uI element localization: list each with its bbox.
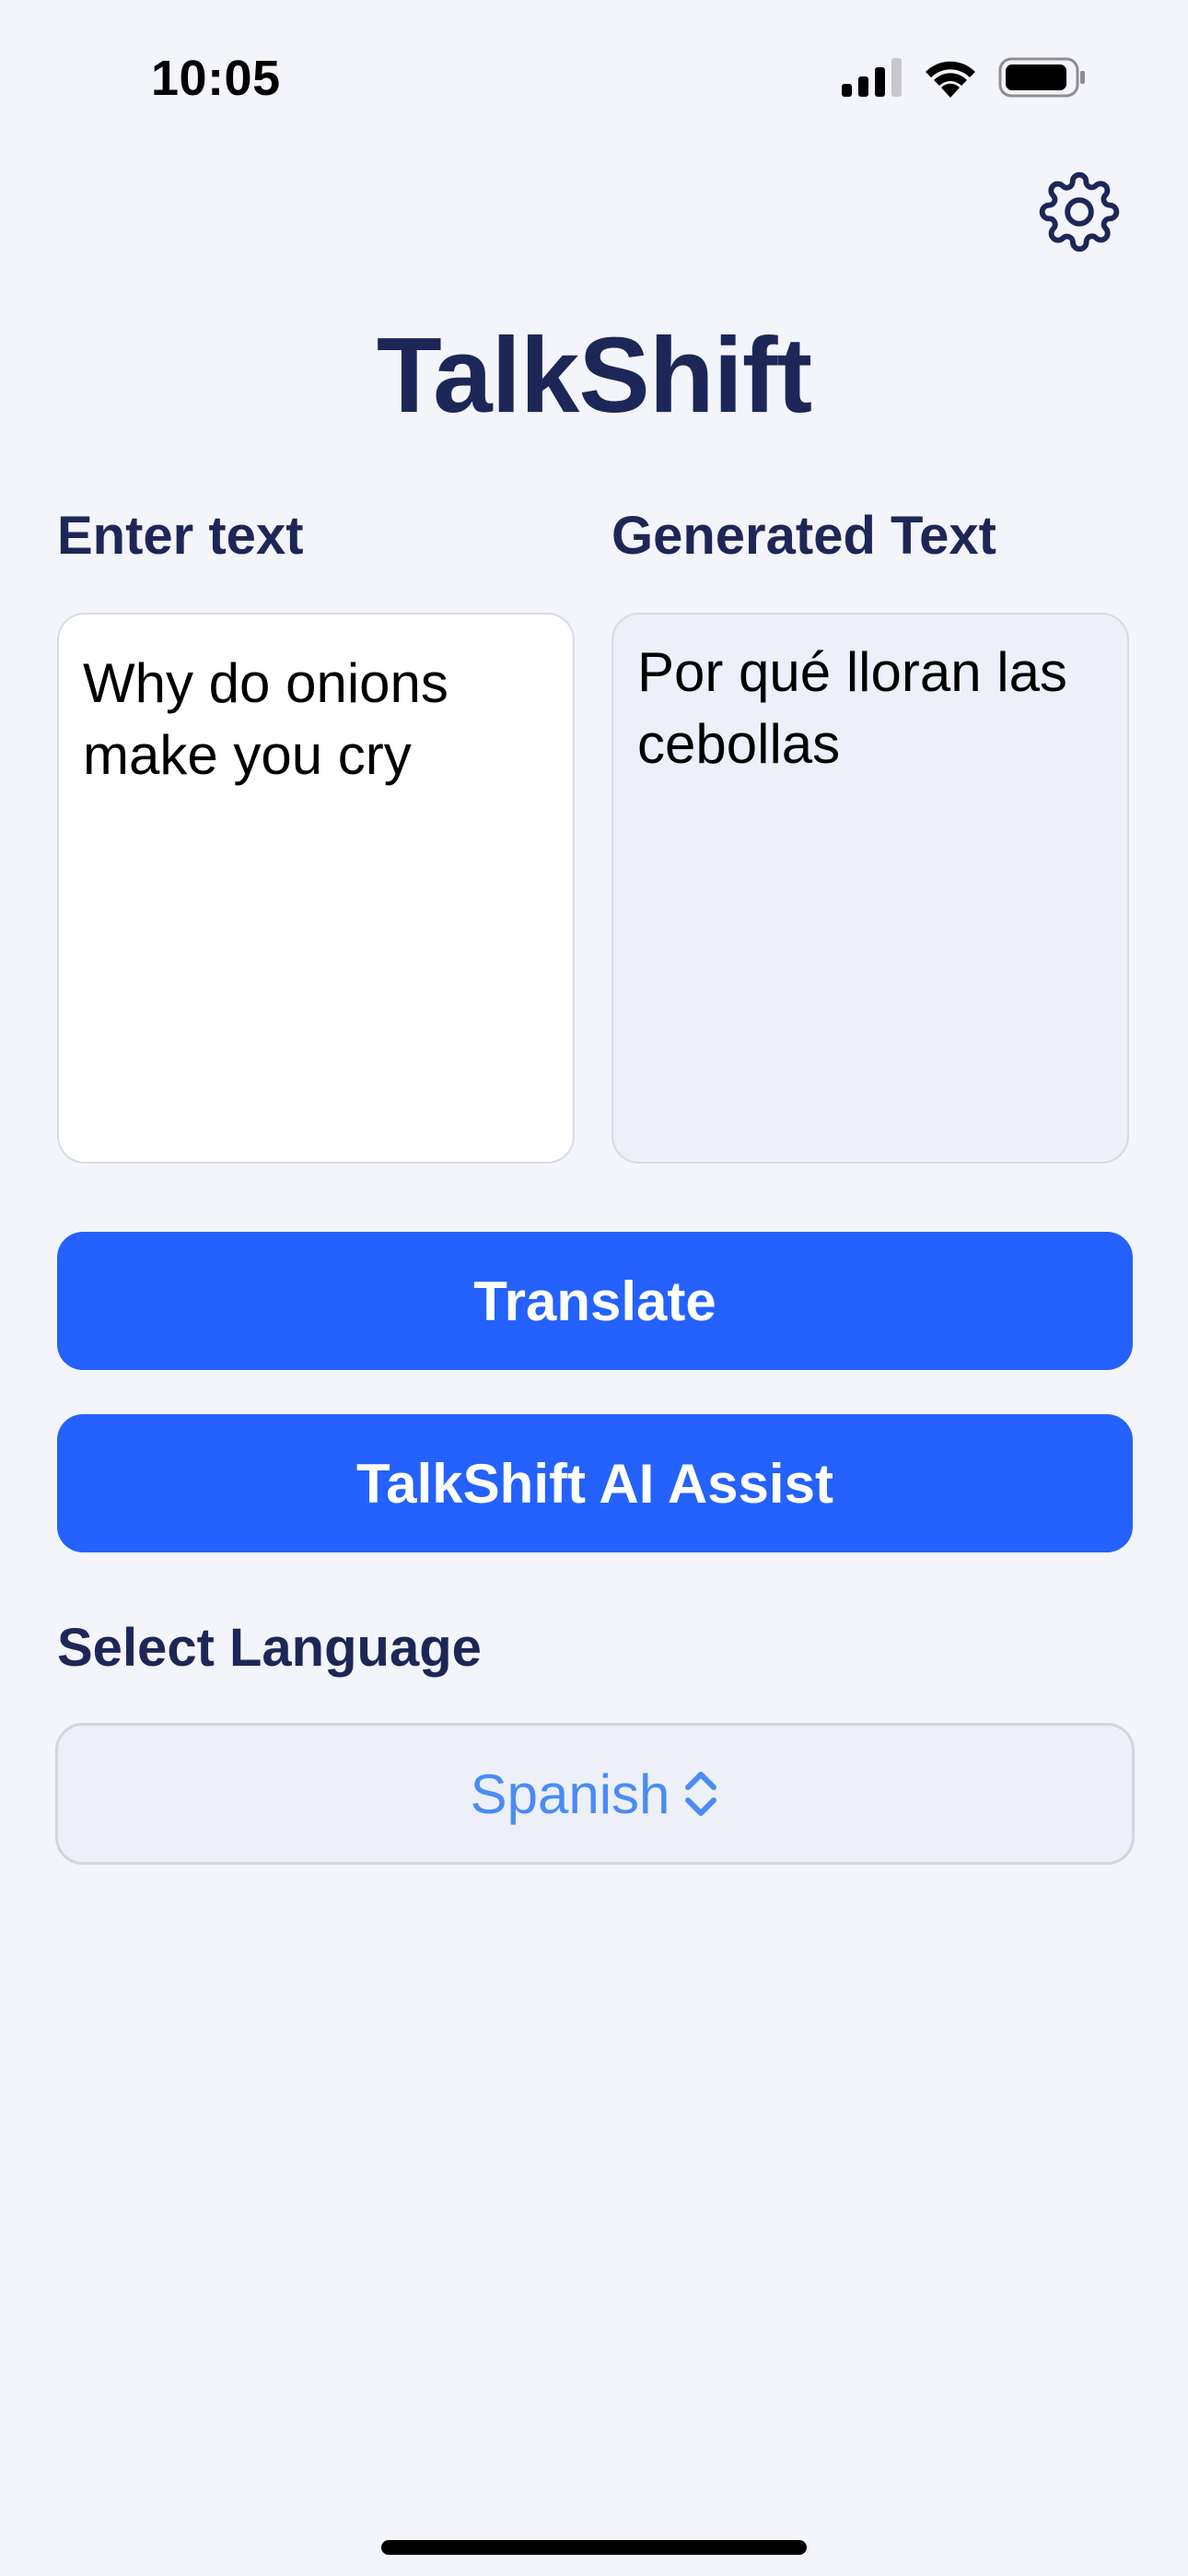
select-language-label: Select Language — [57, 1618, 482, 1678]
battery-icon — [998, 57, 1085, 98]
app-title: TalkShift — [376, 315, 812, 435]
input-label: Enter text — [57, 506, 304, 566]
input-textarea[interactable]: Why do onions make you cry — [57, 613, 575, 1164]
home-indicator — [381, 2540, 807, 2555]
settings-button[interactable] — [1035, 168, 1124, 256]
status-time: 10:05 — [151, 51, 281, 106]
language-selected-value: Spanish — [470, 1762, 670, 1825]
translate-button[interactable]: Translate — [57, 1232, 1133, 1370]
chevron-up-down-icon — [685, 1772, 717, 1816]
signal-icon — [842, 58, 902, 97]
output-label: Generated Text — [611, 506, 996, 566]
status-bar: 10:05 — [0, 0, 1188, 157]
language-select[interactable]: Spanish — [55, 1723, 1135, 1865]
gear-icon — [1039, 171, 1120, 252]
wifi-icon — [926, 61, 975, 98]
ai-assist-button[interactable]: TalkShift AI Assist — [57, 1414, 1133, 1552]
generated-text-box: Por qué lloran las cebollas — [611, 613, 1129, 1164]
status-icons — [842, 57, 1087, 98]
